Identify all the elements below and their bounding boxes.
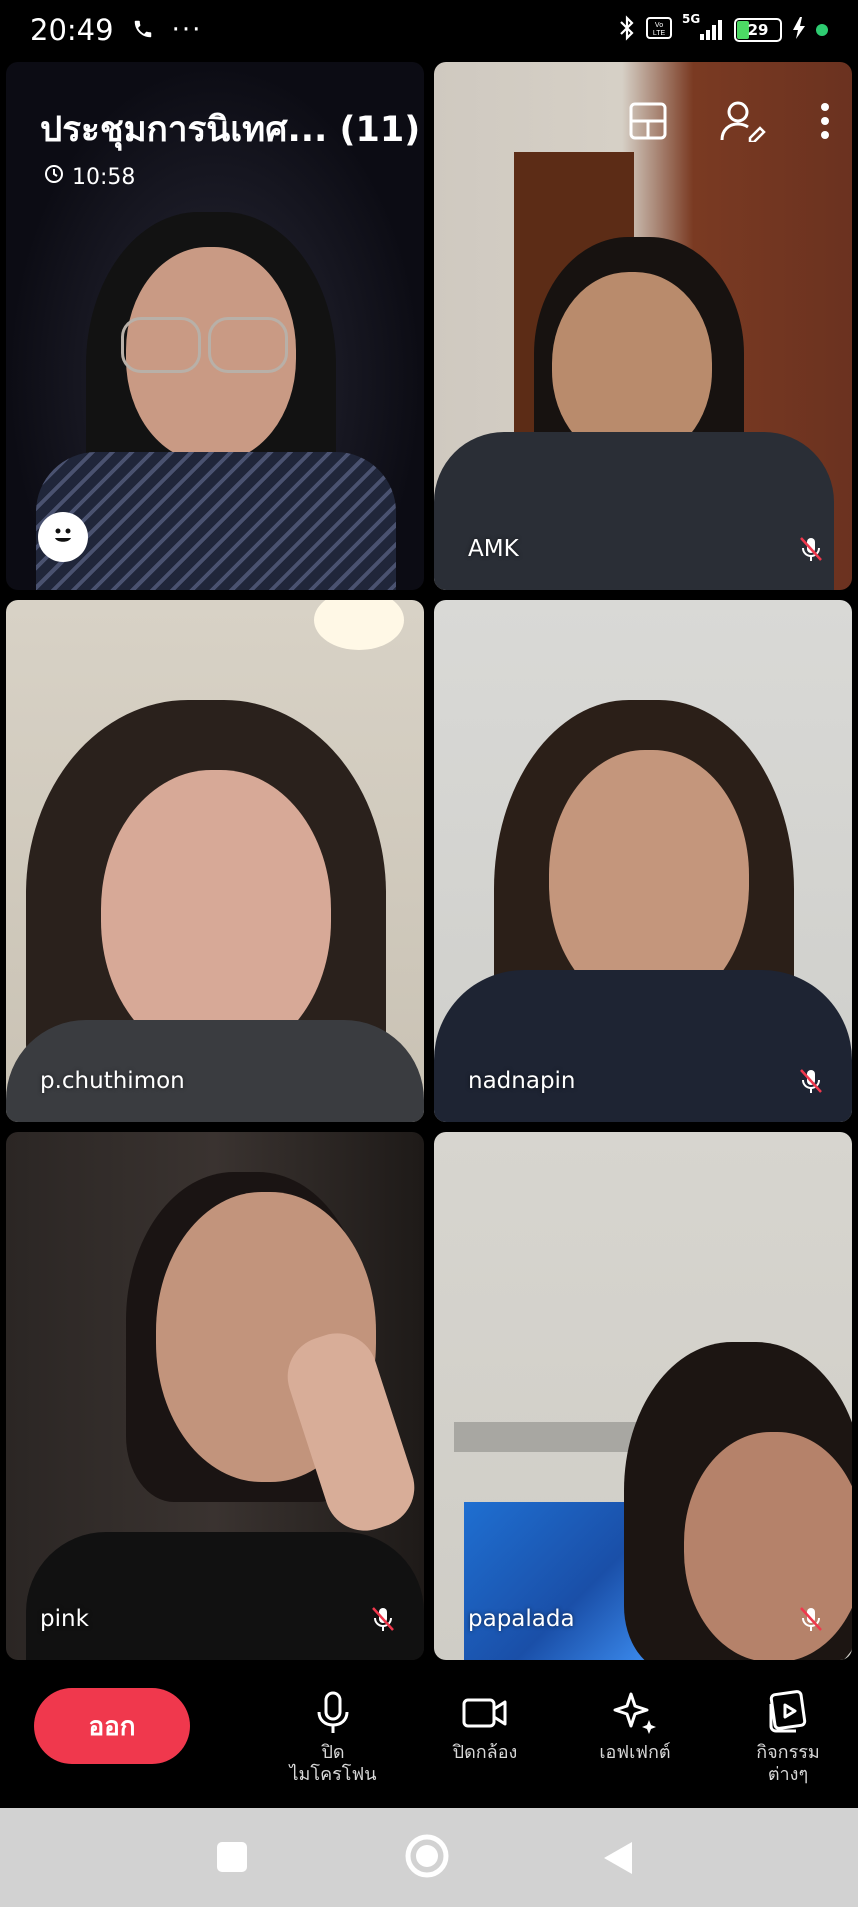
call-controls-bar: ออก ปิด ไมโครโฟน ปิดกล้อง เอฟเฟกต์ กิจกร… (0, 1660, 858, 1810)
bluetooth-icon (618, 15, 636, 45)
ceiling-light-shape (314, 600, 404, 650)
svg-text:Vo: Vo (655, 22, 663, 29)
activities-label-line2: ต่างๆ (767, 1764, 809, 1785)
effects-button[interactable]: เอฟเฟกต์ (570, 1690, 700, 1764)
face-shape (101, 770, 331, 1060)
more-options-icon[interactable] (820, 102, 830, 144)
call-title: ประชุมการนิเทศ... (11) (40, 110, 421, 150)
mute-mic-label-line1: ปิด (321, 1742, 345, 1763)
mic-muted-icon (368, 1604, 398, 1634)
more-notifications-icon: ··· (171, 15, 203, 45)
camera-label: ปิดกล้อง (452, 1742, 518, 1763)
status-bar: 20:49 ··· Vo LTE 5G 29 (0, 0, 858, 60)
home-icon[interactable] (403, 1832, 451, 1884)
glasses-shape (121, 317, 201, 373)
video-camera-icon (420, 1690, 550, 1736)
participant-name: pink (40, 1606, 89, 1632)
battery-level: 29 (747, 21, 769, 39)
phone-icon (132, 13, 154, 47)
shirt-shape (434, 970, 852, 1122)
participant-tile-self[interactable]: ประชุมการนิเทศ... (11) 10:58 (6, 62, 424, 590)
mute-mic-label-line2: ไมโครโฟน (289, 1764, 377, 1785)
manage-participants-icon[interactable] (720, 100, 768, 146)
shirt-shape (434, 432, 834, 590)
back-icon[interactable] (602, 1840, 634, 1880)
call-timer: 10:58 (44, 164, 135, 190)
effects-label: เอฟเฟกต์ (599, 1742, 671, 1763)
smiley-icon (46, 518, 80, 556)
activities-label-line1: กิจกรรม (756, 1742, 820, 1763)
activities-button[interactable]: กิจกรรม ต่างๆ (723, 1690, 853, 1786)
sparkle-icon (570, 1690, 700, 1736)
participant-tile[interactable]: nadnapin (434, 600, 852, 1122)
shelf-shape (454, 1422, 654, 1452)
turn-off-camera-button[interactable]: ปิดกล้อง (420, 1690, 550, 1764)
shirt-shape (26, 1532, 424, 1660)
system-navigation-bar (0, 1808, 858, 1907)
mic-muted-icon (796, 1604, 826, 1634)
charging-icon (792, 17, 806, 43)
svg-text:LTE: LTE (653, 30, 666, 37)
volte-icon: Vo LTE (646, 16, 672, 44)
shirt-shape (36, 452, 396, 590)
mic-muted-icon (796, 534, 826, 564)
layout-icon[interactable] (628, 101, 668, 145)
mic-muted-icon (796, 1066, 826, 1096)
participant-name: papalada (468, 1606, 575, 1632)
mute-mic-button[interactable]: ปิด ไมโครโฟน (268, 1690, 398, 1786)
face-shape (684, 1432, 852, 1660)
battery-icon: 29 (734, 18, 782, 42)
activities-icon (723, 1690, 853, 1736)
call-duration: 10:58 (72, 164, 136, 190)
participant-tile[interactable]: AMK (434, 62, 852, 590)
network-type: 5G (682, 12, 701, 26)
participant-tile[interactable]: papalada (434, 1132, 852, 1660)
recents-icon[interactable] (215, 1840, 249, 1878)
reaction-button[interactable] (38, 512, 88, 562)
participant-name: p.chuthimon (40, 1068, 185, 1094)
call-toolbar-top (628, 100, 830, 146)
leave-call-button[interactable]: ออก (34, 1688, 190, 1764)
clock-icon (44, 164, 64, 190)
camera-in-use-indicator (816, 24, 828, 36)
signal-icon: 5G (682, 12, 724, 42)
status-time: 20:49 (30, 13, 114, 47)
participant-name: nadnapin (468, 1068, 576, 1094)
microphone-icon (268, 1690, 398, 1736)
glasses-shape (208, 317, 288, 373)
participant-name: AMK (468, 536, 519, 562)
participant-tile[interactable]: pink (6, 1132, 424, 1660)
participant-tile[interactable]: p.chuthimon (6, 600, 424, 1122)
